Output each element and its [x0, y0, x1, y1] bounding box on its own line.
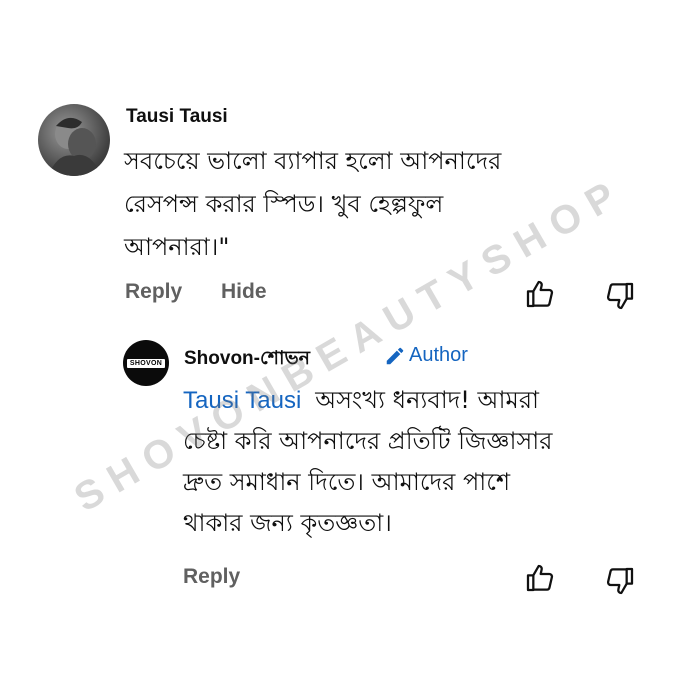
comment-text: সবচেয়ে ভালো ব্যাপার হলো আপনাদের রেসপন্স… — [124, 140, 644, 269]
hide-button[interactable]: Hide — [221, 280, 267, 304]
channel-logo: SHOVON — [126, 358, 166, 368]
thumbs-down-icon[interactable] — [604, 565, 636, 597]
mention-link[interactable]: Tausi Tausi — [183, 387, 301, 414]
pencil-icon — [386, 347, 404, 364]
reply-text-line: থাকার জন্য কৃতজ্ঞতা। — [183, 509, 392, 537]
thumbs-up-icon[interactable] — [524, 562, 556, 594]
reply-text-fragment: অসংখ্য ধন্যবাদ! আমরা — [315, 386, 540, 414]
thumbs-down-icon[interactable] — [604, 280, 636, 312]
reply-text-line: চেষ্টা করি আপনাদের প্রতিটি জিজ্ঞাসার — [183, 427, 553, 455]
comment-text-line: আপনারা।" — [124, 233, 230, 261]
reply-button[interactable]: Reply — [183, 565, 240, 589]
reply-text-line: Tausi Tausi অসংখ্য ধন্যবাদ! আমরা — [183, 380, 653, 421]
comment-text-line: রেসপন্স করার স্পিড। খুব হেল্পফুল — [124, 190, 444, 218]
reply-author-avatar[interactable]: SHOVON — [123, 340, 169, 386]
commenter-avatar[interactable] — [38, 104, 110, 176]
reply-text-line: দ্রুত সমাধান দিতে। আমাদের পাশে — [183, 468, 511, 496]
reply-author-name[interactable]: Shovon-শোভন — [184, 344, 310, 376]
reply-text: Tausi Tausi অসংখ্য ধন্যবাদ! আমরা চেষ্টা ক… — [183, 380, 653, 544]
commenter-name[interactable]: Tausi Tausi — [126, 106, 228, 128]
reply-button[interactable]: Reply — [125, 280, 182, 304]
comment-text-line: সবচেয়ে ভালো ব্যাপার হলো আপনাদের — [124, 147, 502, 175]
author-badge: Author — [384, 344, 468, 367]
thumbs-up-icon[interactable] — [524, 278, 556, 310]
author-badge-label: Author — [409, 344, 468, 366]
